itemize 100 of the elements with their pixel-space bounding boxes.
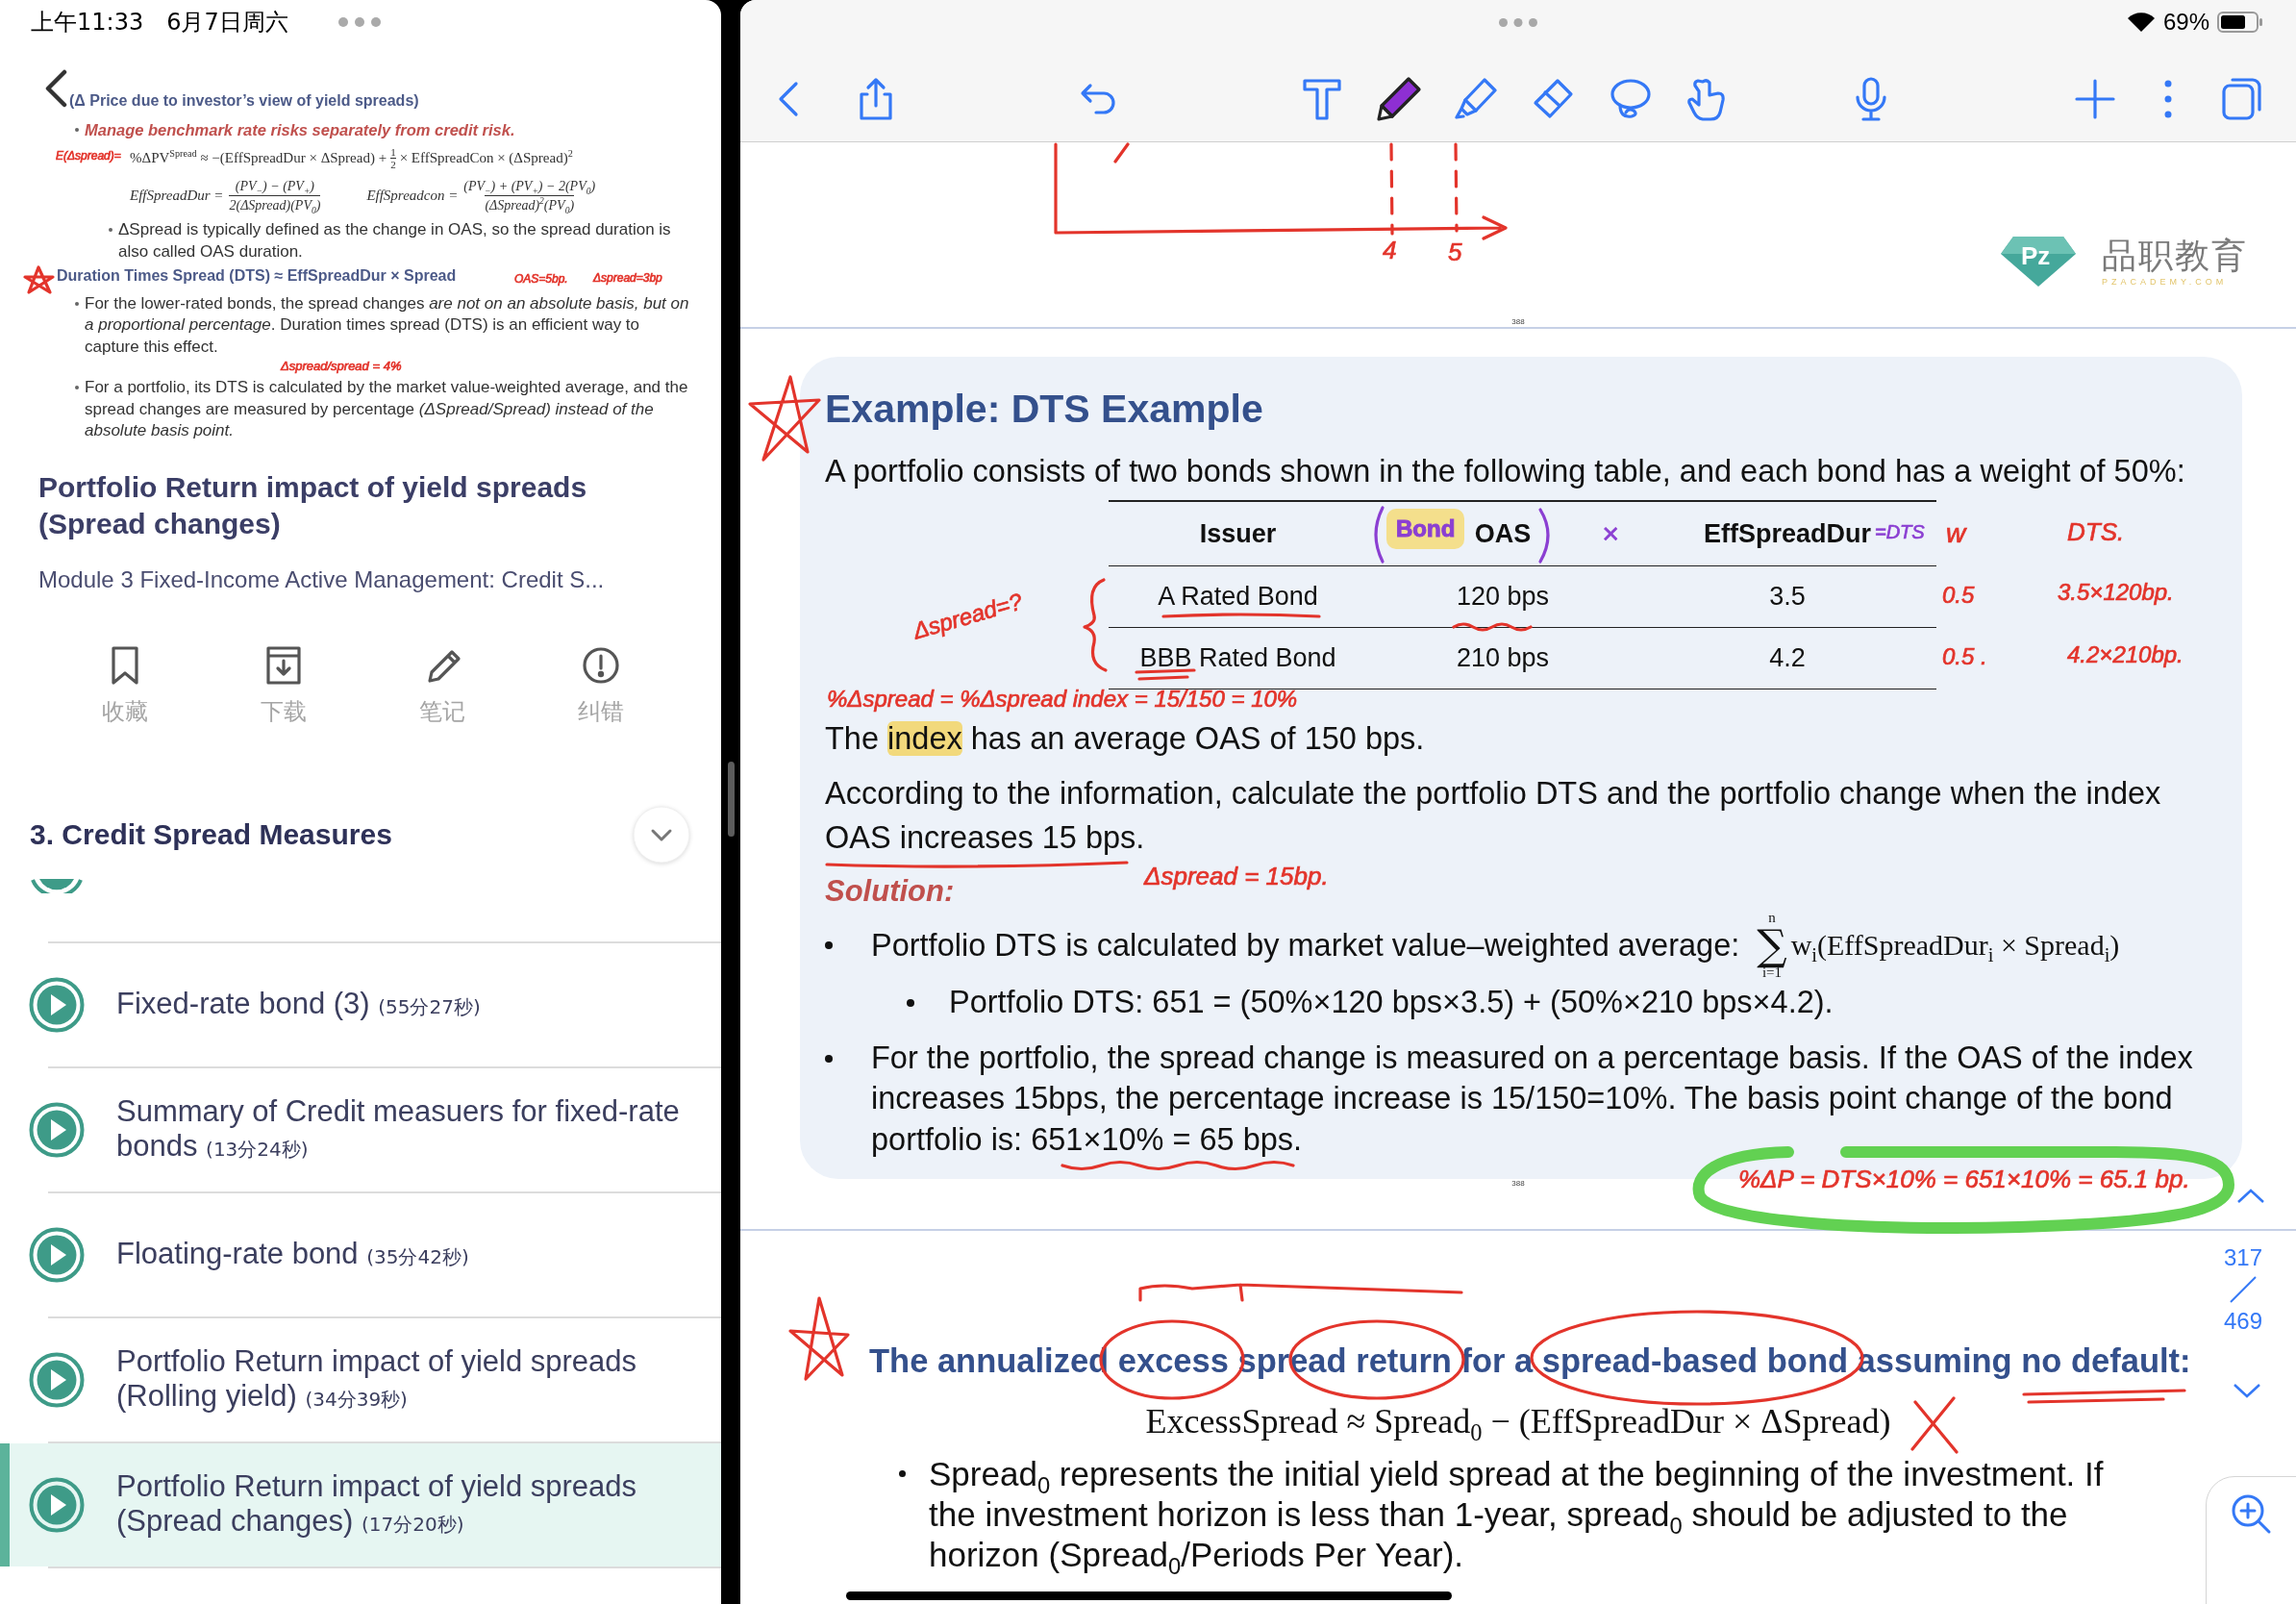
- lesson-item[interactable]: Portfolio Return impact of yield spreads (Spread changes) (17分20秒): [0, 1443, 721, 1566]
- handwritten-note: 3.5×120bp.: [2058, 580, 2174, 606]
- preview-text: For the lower-rated bonds, the spread changes are not on an absolute basis, but on a proportional percentage. Duration times spread (DTS) is an efficient way to capture this effect.: [85, 292, 690, 358]
- formula-text: ExcessSpread ≈ Spread$_{0}$ − (EffSpreadDur × ΔSpread): [1145, 1401, 1891, 1442]
- ink-underline: [1135, 668, 1196, 681]
- formula-text: EffSpreadDur =: [130, 186, 224, 205]
- bullet-icon: [825, 941, 833, 949]
- bullet-icon: [75, 301, 79, 306]
- wifi-icon: [2126, 12, 2156, 33]
- section-title: 3. Credit Spread Measures: [30, 818, 392, 851]
- lesson-item[interactable]: Portfolio Return impact of yield spreads (Rolling yield) (34分39秒): [0, 1318, 721, 1441]
- handwritten-note: 0.5 .: [1942, 644, 1987, 670]
- total-pages: 469: [2223, 1308, 2262, 1335]
- handwritten-note: w: [1946, 519, 1966, 549]
- slide-text: The index has an average OAS of 150 bps.: [825, 720, 1425, 758]
- bullet-icon: [907, 999, 914, 1007]
- bullet-icon: [75, 386, 79, 389]
- bullet-icon: [75, 127, 79, 132]
- back-icon[interactable]: [44, 69, 67, 108]
- handwritten-note: E(Δspread)=: [56, 150, 121, 163]
- handwritten-note: OAS=5bp.: [514, 273, 568, 287]
- bullet-icon: [825, 1054, 833, 1063]
- handwritten-note: =DTS: [1875, 521, 1925, 542]
- slide-text: Portfolio DTS: 651 = (50%×120 bps×3.5) + (50%×210 bps×4.2).: [949, 984, 1834, 1021]
- page-number: 388: [1511, 1179, 1525, 1189]
- handwritten-note: 0.5: [1942, 583, 1975, 609]
- handwritten-note: DTS.: [2067, 518, 2125, 546]
- slide-text: A portfolio consists of two bonds shown in the following table, and each bond has a weight of 50%:: [825, 453, 2185, 490]
- fraction-numerator: (PV$_{−}$) + (PV$_{+}$) − 2(PV$_{0}$): [463, 177, 596, 195]
- table-cell: 210 bps: [1367, 627, 1638, 689]
- partial-circle-icon: [29, 878, 85, 893]
- ink-cross: [1910, 1396, 1959, 1454]
- fraction-denominator: (ΔSpread)$^{2}$(PV$_{0}$): [485, 194, 575, 214]
- lesson-title: Portfolio Return impact of yield spreads (Spread changes): [38, 470, 588, 541]
- play-icon[interactable]: [29, 1352, 85, 1408]
- ink-star: [23, 265, 55, 294]
- lesson-label: Portfolio Return impact of yield spreads (Rolling yield) (34分39秒): [116, 1343, 638, 1415]
- fraction-numerator: 1: [390, 145, 396, 158]
- play-icon[interactable]: [29, 1102, 85, 1158]
- logo-site: PZACADEMY.COM: [2102, 276, 2228, 288]
- handwritten-note: %ΔP = DTS×10% = 651×10% = 65.1 bp.: [1738, 1165, 2190, 1193]
- play-icon[interactable]: [29, 1477, 85, 1533]
- zoom-in-icon[interactable]: [2230, 1492, 2272, 1535]
- lesson-item[interactable]: Fixed-rate bond (3) (55分27秒): [0, 943, 721, 1066]
- pen-icon[interactable]: [1376, 75, 1422, 122]
- formula-text: w$_{i}$(EffSpreadDur$_{i}$ × Spread$_{i}$): [1790, 927, 2120, 966]
- slide-text: According to the information, calculate the portfolio DTS and the portfolio change when the index OAS increases 15 bps.: [825, 775, 2162, 857]
- bullet-icon: [109, 228, 112, 232]
- slide-text: Spread$_{0}$ represents the initial yield spread at the beginning of the investment. If the investment horizon is less than 1-year, spread$_{0}$ should be adjusted to the horizon (Spread$_{0}$/Periods Per Year).: [929, 1454, 2105, 1575]
- zoom-panel[interactable]: [2206, 1476, 2296, 1604]
- diamond-logo-icon: [2000, 236, 2077, 288]
- chevron-down-icon[interactable]: [2233, 1383, 2261, 1398]
- preview-text: ΔSpread is typically defined as the change in OAS, so the spread duration is also called OAS duration.: [118, 219, 672, 263]
- preview-heading: (Δ Price due to investor’s view of yield spreads): [69, 91, 419, 111]
- chevron-up-icon[interactable]: [2236, 1189, 2265, 1204]
- chevron-down-icon[interactable]: [631, 804, 692, 865]
- ink-bracket: [1374, 506, 1385, 564]
- slash-icon: [2229, 1275, 2258, 1304]
- handwritten-note: Bond: [1396, 516, 1456, 542]
- handwritten-note: Δspread = 15bp.: [1144, 863, 1329, 890]
- play-icon[interactable]: [29, 977, 85, 1033]
- table-cell: A Rated Bond: [1109, 565, 1367, 628]
- lesson-item[interactable]: Summary of Credit measuers for fixed-rate bonds (13分24秒): [0, 1068, 721, 1191]
- handwritten-note: %Δspread = %Δspread index = 15/150 = 10%: [827, 687, 1298, 713]
- formula-text: × EffSpreadCon × (ΔSpread)$^{2}$: [399, 146, 573, 167]
- slide-title: Example: DTS Example: [825, 386, 1263, 432]
- lesson-label: Fixed-rate bond (3) (55分27秒): [116, 986, 481, 1022]
- lesson-item[interactable]: Floating-rate bond (35分42秒): [0, 1193, 721, 1316]
- table-cell: 120 bps: [1367, 565, 1638, 628]
- logo-name: 品职教育: [2102, 236, 2248, 276]
- handwritten-note: 4.2×210bp.: [2067, 642, 2184, 668]
- lesson-label: Floating-rate bond (35分42秒): [116, 1236, 469, 1272]
- exclamation-icon[interactable]: [581, 645, 620, 686]
- battery-icon: [2217, 12, 2263, 33]
- split-view-handle[interactable]: [727, 762, 735, 837]
- solution-label: Solution:: [825, 873, 955, 910]
- table-cell: 4.2: [1638, 627, 1936, 689]
- handwritten-note: 5: [1448, 238, 1462, 266]
- sum-limit: n: [1768, 911, 1776, 925]
- handwritten-note: Δspread=3bp: [593, 272, 662, 286]
- fraction-numerator: (PV$_{−}$) − (PV$_{+}$): [235, 177, 314, 195]
- download-icon[interactable]: [263, 645, 303, 686]
- play-icon[interactable]: [29, 1227, 85, 1283]
- lesson-label: Portfolio Return impact of yield spreads (Spread changes) (17分20秒): [116, 1468, 638, 1540]
- more-dots-icon[interactable]: [337, 17, 381, 27]
- handwritten-note: ×: [1602, 517, 1619, 549]
- more-dots-icon[interactable]: [1499, 17, 1537, 27]
- formula-text: %ΔPV$^{Spread}$ ≈ −(EffSpreadDur × ΔSpread) +: [130, 146, 387, 167]
- slide-text: For the portfolio, the spread change is measured on a percentage basis. If the OAS of the index increases 15bps, the percentage increase is 15/150=10%. The basis point change of the bond portfolio is: 651×10% = 65 bps.: [871, 1039, 2194, 1159]
- handwritten-note: Δspread/spread = 4%: [281, 360, 402, 374]
- bullet-icon: [899, 1470, 906, 1477]
- logo-mark: Pz: [2021, 241, 2051, 271]
- page-number: 388: [1511, 317, 1525, 327]
- highlighter-icon[interactable]: [1453, 75, 1499, 122]
- ink-bracket: [1538, 508, 1550, 564]
- status-time: 上午11:33: [31, 8, 144, 38]
- current-page: 317: [2223, 1244, 2262, 1271]
- formula-text: EffSpreadcon =: [366, 186, 459, 205]
- fraction-denominator: 2: [390, 157, 396, 170]
- fraction-denominator: 2(ΔSpread)(PV$_{0}$): [229, 194, 321, 214]
